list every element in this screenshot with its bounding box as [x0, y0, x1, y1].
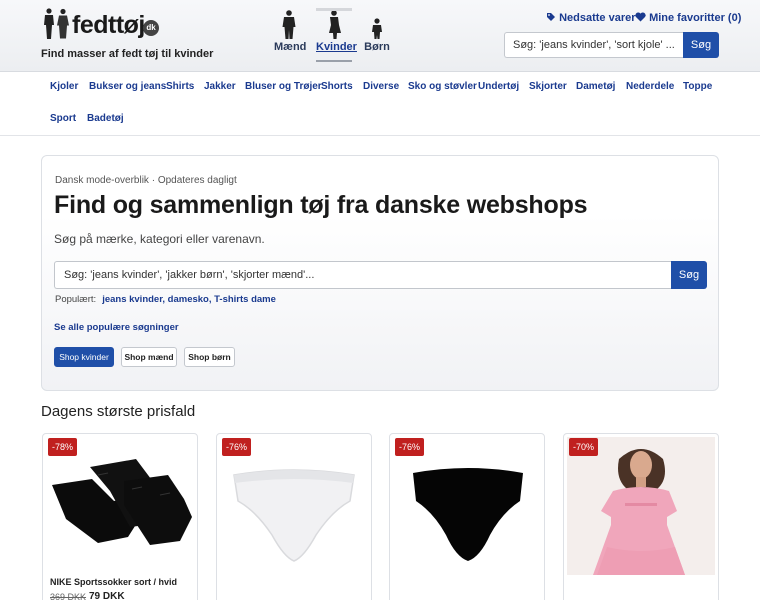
product-card[interactable]: -76%	[216, 433, 372, 600]
nav-item-sko-og-stovler[interactable]: Sko og støvler	[408, 81, 477, 92]
product-card[interactable]: -70%	[563, 433, 719, 600]
nav-item-diverse[interactable]: Diverse	[363, 81, 399, 92]
product-image-briefs	[220, 437, 368, 575]
nav-item-undertoj[interactable]: Undertøj	[478, 81, 519, 92]
nav-item-jakker[interactable]: Jakker	[204, 81, 236, 92]
child-silhouette-icon	[372, 18, 382, 39]
nav-item-nederdele[interactable]: Nederdele	[626, 81, 674, 92]
product-price: 79 DKK	[89, 591, 125, 600]
nav-item-bukser-og-jeans[interactable]: Bukser og jeans	[89, 81, 166, 92]
nav-item-shorts[interactable]: Shorts	[321, 81, 353, 92]
product-image-pink-dress	[567, 437, 715, 575]
discount-badge: -70%	[569, 438, 599, 456]
nav-item-kjoler[interactable]: Kjoler	[50, 81, 78, 92]
site-header: fedttøj dk Find masser af fedt tøj til k…	[0, 0, 760, 72]
logo-text: fedttøj	[72, 11, 145, 39]
heart-icon	[635, 12, 646, 22]
hero-search-input[interactable]	[54, 261, 671, 289]
hero-panel: Dansk mode-overblik · Opdateres dagligt …	[41, 155, 719, 391]
hero-search-button[interactable]: Søg	[671, 261, 707, 289]
header-search: Søg	[504, 32, 719, 58]
logo-figures-icon	[44, 8, 69, 39]
nav-item-badetoj[interactable]: Badetøj	[87, 113, 124, 124]
nav-item-toppe[interactable]: Toppe	[683, 81, 712, 92]
popular-links[interactable]: jeans kvinder, damesko, T-shirts dame	[102, 294, 276, 305]
category-nav: Kjoler Bukser og jeans Shirts Jakker Blu…	[0, 72, 760, 136]
discount-badge: -76%	[395, 438, 425, 456]
product-name: NIKE Sportssokker sort / hvid	[50, 577, 178, 587]
tag-icon	[547, 13, 555, 21]
shop-kids-button[interactable]: Shop børn	[184, 347, 235, 367]
woman-silhouette-icon	[329, 10, 341, 39]
hero-eyebrow: Dansk mode-overblik · Opdateres dagligt	[55, 175, 237, 186]
nav-item-shirts[interactable]: Shirts	[166, 81, 194, 92]
popular-label: Populært:	[55, 294, 97, 305]
product-old-price: 369 DKK	[50, 592, 87, 600]
header-search-input[interactable]	[504, 32, 683, 58]
deals-heading: Dagens største prisfald	[41, 403, 196, 420]
nav-item-skjorter[interactable]: Skjorter	[529, 81, 567, 92]
favorites-link[interactable]: Mine favoritter (0)	[635, 12, 741, 24]
popular-searches: Populært: jeans kvinder, damesko, T-shirt…	[55, 294, 276, 305]
product-card[interactable]: -76%	[389, 433, 545, 600]
nav-item-sport[interactable]: Sport	[50, 113, 76, 124]
sale-link[interactable]: Nedsatte varer	[546, 12, 646, 24]
product-image-black-briefs	[393, 437, 541, 575]
discount-badge: -78%	[48, 438, 78, 456]
product-image-socks	[46, 437, 194, 575]
gender-label-men: Mænd	[274, 41, 307, 53]
gender-tab-women[interactable]: Kvinder	[316, 8, 357, 62]
page-title: Find og sammenlign tøj fra danske websho…	[54, 191, 588, 219]
sale-link-label: Nedsatte varer	[559, 12, 636, 24]
gender-tab-men[interactable]: Mænd	[274, 10, 307, 53]
gender-tab-kids[interactable]: Børn	[364, 10, 390, 53]
shop-women-button[interactable]: Shop kvinder	[54, 347, 114, 367]
hero-subtitle: Søg på mærke, kategori eller varenavn.	[54, 232, 265, 246]
gender-label-kids: Børn	[364, 41, 390, 53]
site-logo[interactable]: fedttøj dk	[42, 8, 160, 40]
all-searches-link[interactable]: Se alle populære søgninger	[54, 322, 179, 333]
tagline: Find masser af fedt tøj til kvinder	[41, 48, 214, 60]
gender-label-women: Kvinder	[316, 41, 357, 53]
discount-badge: -76%	[222, 438, 252, 456]
hero-search: Søg	[54, 261, 707, 289]
header-search-button[interactable]: Søg	[683, 32, 719, 58]
shop-men-button[interactable]: Shop mænd	[121, 347, 177, 367]
man-silhouette-icon	[282, 10, 296, 39]
nav-item-dametoj[interactable]: Dametøj	[576, 81, 615, 92]
nav-item-bluser-og-trojer[interactable]: Bluser og Trøjer	[245, 81, 322, 92]
product-card[interactable]: -78% NIKE Sportssokker sort / hvid 369 D…	[42, 433, 198, 600]
logo-tld-badge: dk	[143, 20, 159, 36]
favorites-link-label: Mine favoritter (0)	[649, 12, 742, 24]
